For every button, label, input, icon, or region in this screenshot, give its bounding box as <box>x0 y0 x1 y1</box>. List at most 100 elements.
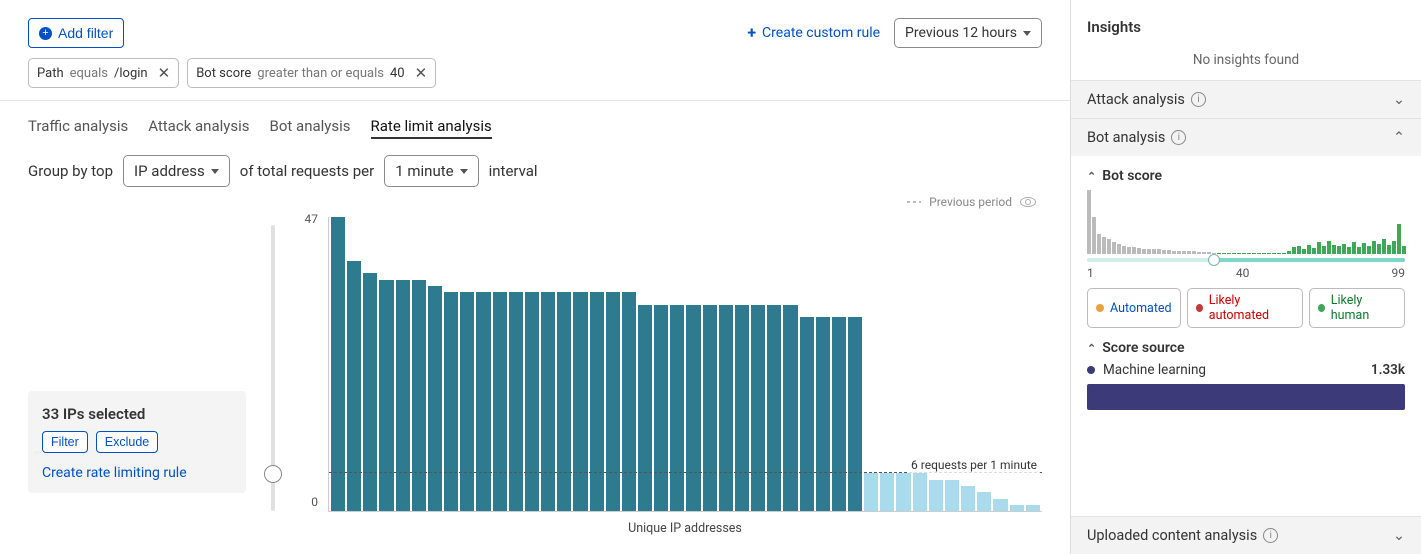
add-filter-label: Add filter <box>58 25 113 41</box>
bar[interactable] <box>767 305 781 511</box>
bar[interactable] <box>363 273 377 511</box>
bar[interactable] <box>977 492 991 511</box>
spark-bar <box>1227 253 1231 254</box>
filter-value: /login <box>114 66 148 81</box>
close-icon[interactable]: ✕ <box>154 64 171 82</box>
bar[interactable] <box>412 280 426 511</box>
time-range-select[interactable]: Previous 12 hours <box>894 18 1042 48</box>
bar[interactable] <box>606 292 620 511</box>
bar[interactable] <box>460 292 474 511</box>
bar[interactable] <box>832 317 846 511</box>
spark-bar <box>1387 245 1391 254</box>
bar[interactable] <box>816 317 830 511</box>
spark-bar <box>1292 247 1296 254</box>
filter-value: 40 <box>390 66 405 81</box>
bar[interactable] <box>1026 505 1040 511</box>
bar[interactable] <box>396 280 410 511</box>
spark-bar <box>1247 253 1251 254</box>
group-by-field-select[interactable]: IP address <box>123 155 230 187</box>
filter-chip[interactable]: Bot score greater than or equals 40 ✕ <box>187 58 436 88</box>
bar[interactable] <box>945 480 959 511</box>
bar-chart: 47 0 6 requests per 1 minute Unique IP a… <box>296 195 1042 546</box>
interval-select[interactable]: 1 minute <box>384 155 478 187</box>
bar[interactable] <box>864 473 878 511</box>
bar[interactable] <box>719 305 733 511</box>
tick-max: 99 <box>1392 266 1406 280</box>
filter-field: Path <box>37 66 64 81</box>
bar[interactable] <box>347 261 361 511</box>
bar[interactable] <box>590 292 604 511</box>
info-icon: i <box>1263 528 1278 543</box>
score-source-name: Machine learning <box>1103 362 1206 378</box>
filter-operator: greater than or equals <box>257 66 384 81</box>
bar[interactable] <box>573 292 587 511</box>
spark-bar <box>1337 246 1341 254</box>
spark-bar <box>1187 251 1191 254</box>
bar[interactable] <box>848 317 862 511</box>
add-filter-button[interactable]: + Add filter <box>28 18 124 48</box>
bar[interactable] <box>493 292 507 511</box>
bar[interactable] <box>525 292 539 511</box>
bar[interactable] <box>993 499 1007 512</box>
exclude-button[interactable]: Exclude <box>96 431 158 453</box>
bar[interactable] <box>557 292 571 511</box>
spark-bar <box>1122 246 1126 254</box>
bar[interactable] <box>476 292 490 511</box>
bar[interactable] <box>783 305 797 511</box>
threshold-slider[interactable] <box>258 195 288 546</box>
bar[interactable] <box>735 305 749 511</box>
tab-bot[interactable]: Bot analysis <box>270 117 351 139</box>
bar[interactable] <box>800 317 814 511</box>
bar[interactable] <box>880 473 894 511</box>
bot-score-heading[interactable]: ⌃ Bot score <box>1087 168 1405 184</box>
bar[interactable] <box>703 305 717 511</box>
uploaded-content-accordion[interactable]: Uploaded content analysis i ⌄ <box>1071 516 1421 554</box>
bar[interactable] <box>654 305 668 511</box>
bar[interactable] <box>509 292 523 511</box>
spark-bar <box>1202 252 1206 254</box>
bot-analysis-accordion[interactable]: Bot analysis i ⌃ <box>1071 118 1421 156</box>
bot-analysis-label: Bot analysis <box>1087 129 1165 146</box>
bar[interactable] <box>428 286 442 511</box>
active-filters: Path equals /login ✕ Bot score greater t… <box>0 54 1070 100</box>
bar[interactable] <box>670 305 684 511</box>
bar[interactable] <box>444 292 458 511</box>
pill-likely-human[interactable]: Likely human <box>1309 288 1405 328</box>
chevron-up-icon: ⌃ <box>1393 129 1405 146</box>
pill-automated[interactable]: Automated <box>1087 288 1181 328</box>
bar[interactable] <box>751 305 765 511</box>
score-source-heading[interactable]: ⌃ Score source <box>1087 340 1405 356</box>
chevron-up-icon: ⌃ <box>1087 342 1096 355</box>
close-icon[interactable]: ✕ <box>411 64 428 82</box>
bar[interactable] <box>379 280 393 511</box>
tab-attack[interactable]: Attack analysis <box>148 117 249 139</box>
attack-analysis-accordion[interactable]: Attack analysis i ⌄ <box>1071 80 1421 118</box>
tab-rate-limit[interactable]: Rate limit analysis <box>371 117 492 139</box>
bar[interactable] <box>961 486 975 511</box>
bar[interactable] <box>929 480 943 511</box>
pill-likely-automated[interactable]: Likely automated <box>1187 288 1303 328</box>
bar[interactable] <box>913 473 927 511</box>
create-custom-rule-link[interactable]: + Create custom rule <box>747 25 880 41</box>
bot-score-slider[interactable] <box>1087 258 1405 262</box>
filter-chip[interactable]: Path equals /login ✕ <box>28 58 179 88</box>
bar[interactable] <box>896 473 910 511</box>
slider-thumb[interactable] <box>1208 254 1220 266</box>
bar[interactable] <box>541 292 555 511</box>
bar[interactable] <box>686 305 700 511</box>
spark-bar <box>1262 253 1266 254</box>
filter-field: Bot score <box>196 66 251 81</box>
bar[interactable] <box>622 292 636 511</box>
bar[interactable] <box>1010 505 1024 511</box>
create-rate-rule-link[interactable]: Create rate limiting rule <box>42 465 232 481</box>
slider-thumb[interactable] <box>264 465 282 483</box>
filter-button[interactable]: Filter <box>42 431 88 453</box>
bar[interactable] <box>331 217 345 511</box>
spark-bar <box>1342 244 1346 254</box>
info-icon: i <box>1171 130 1186 145</box>
tab-traffic[interactable]: Traffic analysis <box>28 117 128 139</box>
bar[interactable] <box>638 305 652 511</box>
spark-bar <box>1127 247 1131 254</box>
bot-analysis-body: ⌃ Bot score 1 40 99 Automated <box>1071 156 1421 426</box>
toolbar: + Add filter + Create custom rule Previo… <box>0 0 1070 54</box>
